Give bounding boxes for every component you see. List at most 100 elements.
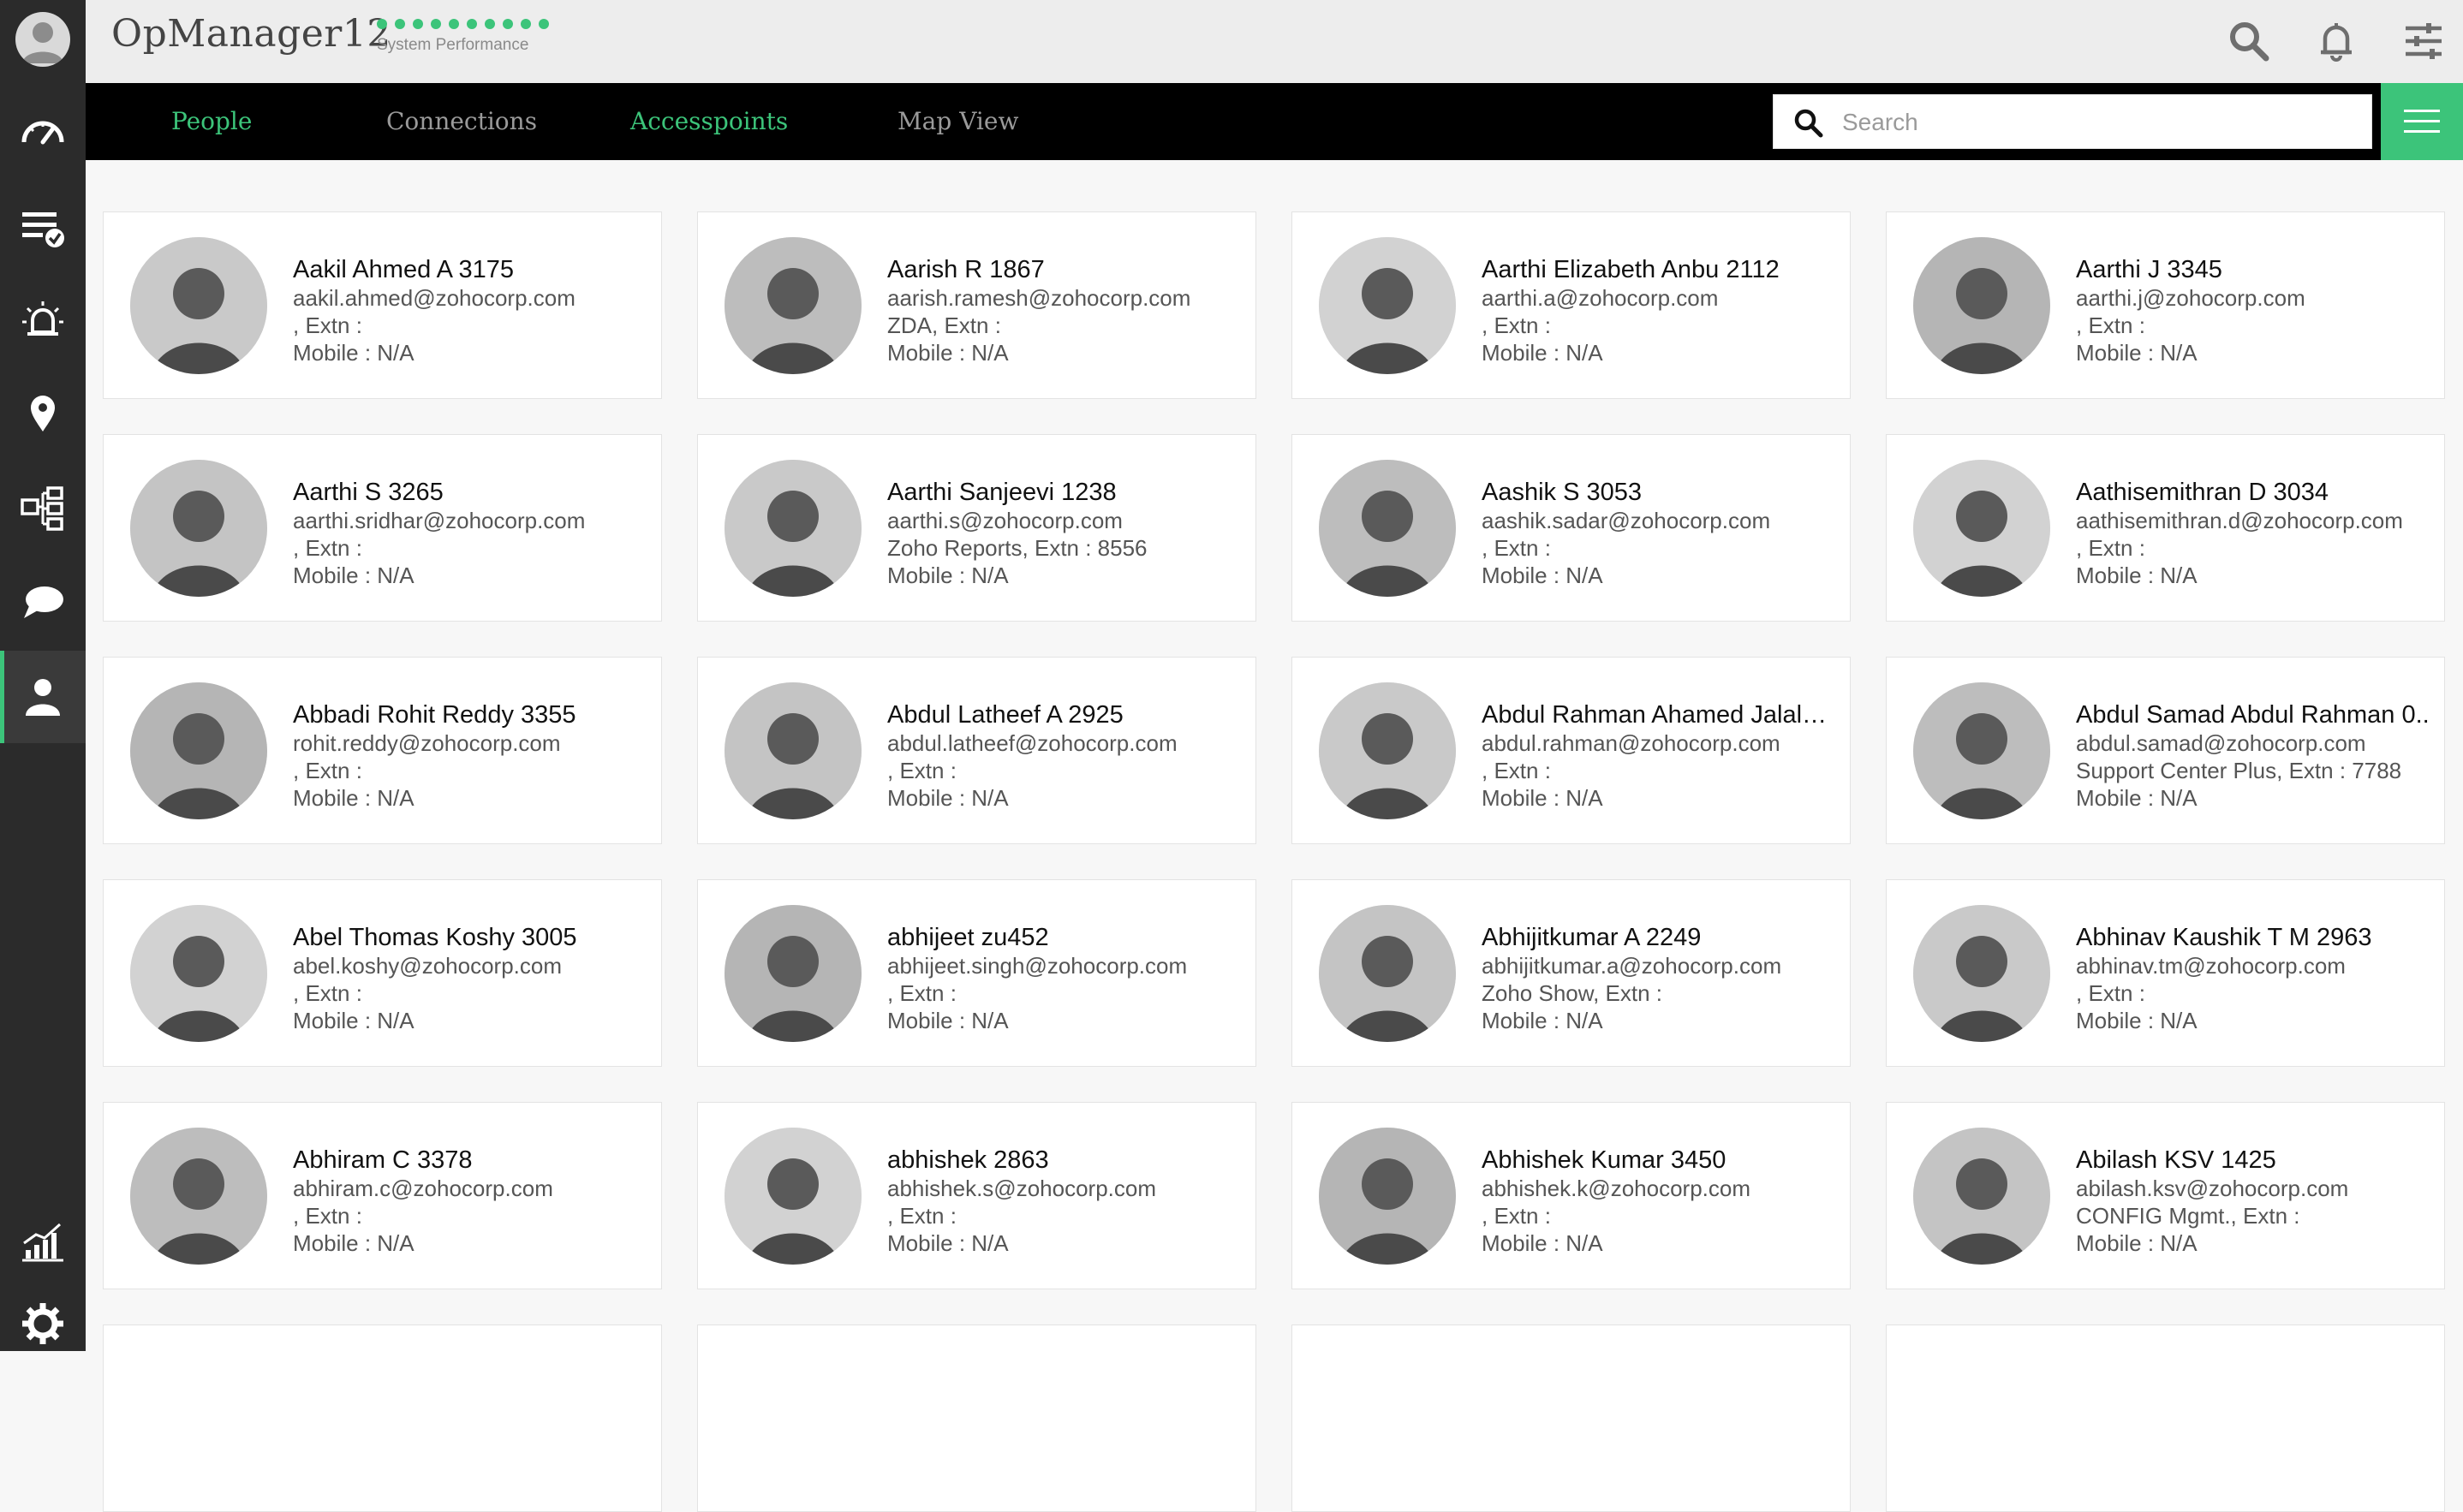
sidebar-item-workflow[interactable] (0, 462, 86, 555)
person-email[interactable]: aashik.sadar@zohocorp.com (1482, 507, 1836, 534)
person-card-partial[interactable] (1886, 1324, 2445, 1512)
person-name[interactable]: Abbadi Rohit Reddy 3355 (293, 700, 647, 729)
person-name[interactable]: Abhinav Kaushik T M 2963 (2076, 923, 2430, 952)
person-details: Aathisemithran D 3034 aathisemithran.d@zo… (2076, 478, 2430, 589)
person-name[interactable]: Abhishek Kumar 3450 (1482, 1146, 1836, 1175)
person-card[interactable]: Abdul Samad Abdul Rahman 0.. abdul.samad@… (1886, 657, 2445, 844)
person-name[interactable]: Abdul Latheef A 2925 (887, 700, 1242, 729)
person-card[interactable]: Abdul Latheef A 2925 abdul.latheef@zohoco… (697, 657, 1256, 844)
person-card[interactable]: Abhijitkumar A 2249 abhijitkumar.a@zohoco… (1291, 879, 1851, 1067)
person-email[interactable]: aarthi.a@zohocorp.com (1482, 284, 1836, 312)
sidebar-item-reports[interactable] (0, 1195, 86, 1288)
person-department-extension: , Extn : (293, 535, 362, 561)
person-photo-icon (1319, 682, 1456, 819)
person-name[interactable]: Aarthi Elizabeth Anbu 2112 (1482, 255, 1836, 284)
person-email[interactable]: abilash.ksv@zohocorp.com (2076, 1175, 2430, 1202)
person-email[interactable]: aarish.ramesh@zohocorp.com (887, 284, 1242, 312)
sidebar-item-chat[interactable] (0, 557, 86, 649)
person-name[interactable]: Aathisemithran D 3034 (2076, 478, 2430, 507)
person-details: Abdul Samad Abdul Rahman 0.. abdul.samad@… (2076, 700, 2430, 812)
person-department-extension: Zoho Show, Extn : (1482, 980, 1663, 1006)
person-card-partial[interactable] (1291, 1324, 1851, 1512)
person-card-partial[interactable] (103, 1324, 662, 1512)
person-name[interactable]: Aarish R 1867 (887, 255, 1242, 284)
person-email[interactable]: abhishek.s@zohocorp.com (887, 1175, 1242, 1202)
person-email[interactable]: abdul.latheef@zohocorp.com (887, 729, 1242, 757)
person-card[interactable]: abhishek 2863 abhishek.s@zohocorp.com, Ex… (697, 1102, 1256, 1289)
search-input[interactable] (1840, 102, 2358, 143)
person-photo (130, 682, 267, 819)
person-card[interactable]: Abilash KSV 1425 abilash.ksv@zohocorp.com… (1886, 1102, 2445, 1289)
menu-button[interactable] (2381, 83, 2463, 160)
person-name[interactable]: abhijeet zu452 (887, 923, 1242, 952)
person-card[interactable]: Abdul Rahman Ahamed Jalalu... abdul.rahma… (1291, 657, 1851, 844)
person-email[interactable]: abhiram.c@zohocorp.com (293, 1175, 647, 1202)
person-name[interactable]: Abdul Rahman Ahamed Jalalu... (1482, 700, 1836, 729)
person-email[interactable]: aarthi.j@zohocorp.com (2076, 284, 2430, 312)
person-email[interactable]: abhinav.tm@zohocorp.com (2076, 952, 2430, 979)
person-department-extension: , Extn : (1482, 313, 1551, 338)
person-details: Aakil Ahmed A 3175 aakil.ahmed@zohocorp.c… (293, 255, 647, 366)
person-photo-icon (725, 682, 862, 819)
person-card-partial[interactable] (697, 1324, 1256, 1512)
person-card[interactable]: Aarthi Elizabeth Anbu 2112 aarthi.a@zohoc… (1291, 211, 1851, 399)
person-name[interactable]: Aashik S 3053 (1482, 478, 1836, 507)
tab-accesspoints[interactable]: Accesspoints (630, 83, 788, 160)
person-card[interactable]: Abel Thomas Koshy 3005 abel.koshy@zohocor… (103, 879, 662, 1067)
person-card[interactable]: Aarish R 1867 aarish.ramesh@zohocorp.com Z… (697, 211, 1256, 399)
preferences-button[interactable] (2398, 15, 2449, 67)
tab-people[interactable]: People (171, 83, 252, 160)
person-name[interactable]: Abel Thomas Koshy 3005 (293, 923, 647, 952)
person-details: Abhiram C 3378 abhiram.c@zohocorp.com, Ex… (293, 1146, 647, 1257)
person-email[interactable]: aarthi.sridhar@zohocorp.com (293, 507, 647, 534)
person-email[interactable]: aathisemithran.d@zohocorp.com (2076, 507, 2430, 534)
sidebar-item-alarms[interactable] (0, 274, 86, 366)
person-name[interactable]: Abdul Samad Abdul Rahman 0.. (2076, 700, 2430, 729)
person-name[interactable]: abhishek 2863 (887, 1146, 1242, 1175)
person-name[interactable]: Aarthi S 3265 (293, 478, 647, 507)
system-performance-indicator[interactable]: System Performance (377, 19, 549, 55)
person-name[interactable]: Abhijitkumar A 2249 (1482, 923, 1836, 952)
person-card[interactable]: Abhinav Kaushik T M 2963 abhinav.tm@zohoc… (1886, 879, 2445, 1067)
global-search-button[interactable] (2223, 15, 2275, 67)
person-card[interactable]: Aashik S 3053 aashik.sadar@zohocorp.com, … (1291, 434, 1851, 622)
tab-map-view[interactable]: Map View (898, 83, 1018, 160)
sidebar-item-maps[interactable] (0, 366, 86, 459)
sidebar-item-dashboard[interactable] (0, 86, 86, 178)
sidebar-item-inventory[interactable] (0, 182, 86, 274)
person-name[interactable]: Aakil Ahmed A 3175 (293, 255, 647, 284)
person-card[interactable]: Aarthi Sanjeevi 1238 aarthi.s@zohocorp.co… (697, 434, 1256, 622)
person-email[interactable]: abhijeet.singh@zohocorp.com (887, 952, 1242, 979)
person-card[interactable]: Aakil Ahmed A 3175 aakil.ahmed@zohocorp.c… (103, 211, 662, 399)
sidebar-item-people[interactable] (0, 651, 86, 743)
person-email[interactable]: abel.koshy@zohocorp.com (293, 952, 647, 979)
notifications-button[interactable] (2311, 15, 2362, 67)
person-card[interactable]: Aarthi J 3345 aarthi.j@zohocorp.com, Extn… (1886, 211, 2445, 399)
person-email[interactable]: abhishek.k@zohocorp.com (1482, 1175, 1836, 1202)
person-name[interactable]: Abilash KSV 1425 (2076, 1146, 2430, 1175)
person-details: Aarthi Sanjeevi 1238 aarthi.s@zohocorp.co… (887, 478, 1242, 589)
person-name[interactable]: Abhiram C 3378 (293, 1146, 647, 1175)
person-photo (130, 237, 267, 374)
person-card[interactable]: Abbadi Rohit Reddy 3355 rohit.reddy@zohoc… (103, 657, 662, 844)
person-name[interactable]: Aarthi J 3345 (2076, 255, 2430, 284)
people-icon (26, 679, 60, 716)
sidebar-item-settings[interactable] (0, 1277, 86, 1370)
person-email[interactable]: abdul.rahman@zohocorp.com (1482, 729, 1836, 757)
person-card[interactable]: Abhiram C 3378 abhiram.c@zohocorp.com, Ex… (103, 1102, 662, 1289)
person-card[interactable]: Abhishek Kumar 3450 abhishek.k@zohocorp.c… (1291, 1102, 1851, 1289)
person-email[interactable]: abhijitkumar.a@zohocorp.com (1482, 952, 1836, 979)
person-email[interactable]: aarthi.s@zohocorp.com (887, 507, 1242, 534)
person-name[interactable]: Aarthi Sanjeevi 1238 (887, 478, 1242, 507)
person-email[interactable]: aakil.ahmed@zohocorp.com (293, 284, 647, 312)
person-photo-icon (725, 237, 862, 374)
user-avatar[interactable] (15, 12, 70, 67)
person-email[interactable]: rohit.reddy@zohocorp.com (293, 729, 647, 757)
people-search-box (1773, 94, 2372, 149)
person-mobile: Mobile : N/A (293, 1008, 414, 1033)
person-card[interactable]: abhijeet zu452 abhijeet.singh@zohocorp.co… (697, 879, 1256, 1067)
person-card[interactable]: Aarthi S 3265 aarthi.sridhar@zohocorp.com… (103, 434, 662, 622)
person-email[interactable]: abdul.samad@zohocorp.com (2076, 729, 2430, 757)
person-card[interactable]: Aathisemithran D 3034 aathisemithran.d@zo… (1886, 434, 2445, 622)
tab-connections[interactable]: Connections (386, 83, 537, 160)
